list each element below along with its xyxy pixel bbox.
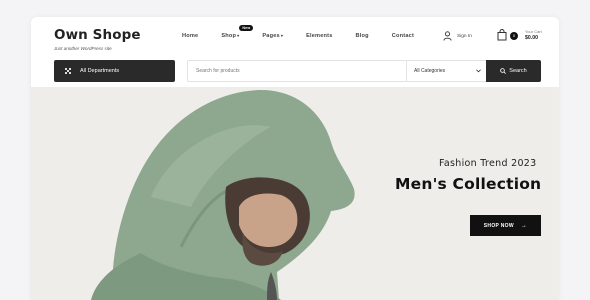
cart-label: Your Cart <box>525 29 542 34</box>
cart-total: $0.00 <box>525 35 538 41</box>
chevron-down-icon: ▾ <box>280 33 284 38</box>
chevron-down-icon <box>476 69 481 73</box>
nav-item-label: Shop <box>221 33 237 39</box>
sign-in-label: Sign In <box>457 33 472 39</box>
main-nav: Home New Shop▾ Pages▾ Elements Blog Cont… <box>182 25 437 39</box>
brand[interactable]: Own Shope Just another WordPress site <box>54 27 141 51</box>
all-departments-label: All Departments <box>80 68 120 74</box>
nav-item-label: Pages <box>262 33 280 39</box>
arrow-right-icon: → <box>520 222 528 229</box>
search-button[interactable]: Search <box>486 60 541 82</box>
cart-link[interactable]: 0 Your Cart $0.00 <box>497 29 542 41</box>
cart-summary: Your Cart $0.00 <box>525 29 542 41</box>
nav-item-label: Home <box>182 33 199 39</box>
search-bar: All Categories Search <box>187 60 541 82</box>
site-tagline: Just another WordPress site <box>54 46 112 51</box>
nav-item-label: Elements <box>306 33 333 39</box>
shop-now-label: SHOP NOW <box>483 222 514 229</box>
all-departments-button[interactable]: All Departments <box>54 60 175 82</box>
nav-item-contact[interactable]: Contact <box>392 33 414 39</box>
hero-image-man-in-hoodie <box>91 89 355 300</box>
shopping-bag-icon <box>497 29 507 41</box>
nav-item-blog[interactable]: Blog <box>356 33 369 39</box>
category-selected-value: All Categories <box>414 68 446 74</box>
sign-in-link[interactable]: Sign In <box>443 31 472 41</box>
nav-item-label: Contact <box>391 33 415 39</box>
cart-count-badge: 0 <box>510 32 518 40</box>
chevron-down-icon: ▾ <box>237 33 240 38</box>
hero-banner: Fashion Trend 2023 Men's Collection SHOP… <box>31 87 559 300</box>
search-button-label: Search <box>509 68 527 74</box>
user-icon <box>443 31 452 41</box>
nav-item-shop[interactable]: New Shop▾ <box>221 25 254 39</box>
hero-tagline: Fashion Trend 2023 <box>439 158 537 169</box>
grid-icon <box>65 68 71 74</box>
site-title[interactable]: Own Shope <box>54 27 141 43</box>
nav-item-elements[interactable]: Elements <box>306 33 332 39</box>
shop-now-button[interactable]: SHOP NOW → <box>470 215 541 236</box>
nav-item-pages[interactable]: Pages▾ <box>262 33 283 39</box>
search-input[interactable] <box>188 61 406 81</box>
search-icon <box>500 68 507 74</box>
category-select[interactable]: All Categories <box>406 61 487 81</box>
nav-item-label: Blog <box>355 33 369 39</box>
site-frame: Own Shope Just another WordPress site Ho… <box>31 17 559 300</box>
nav-item-home[interactable]: Home <box>182 33 198 39</box>
hero-title: Men's Collection <box>395 175 542 193</box>
new-badge: New <box>239 25 254 31</box>
